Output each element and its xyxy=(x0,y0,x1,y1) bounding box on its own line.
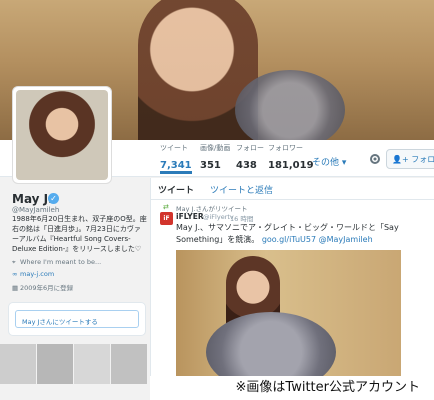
profile-website[interactable]: ∞ may-j.com xyxy=(12,270,54,278)
profile-location: ⌖ Where I'm meant to be... xyxy=(12,258,101,267)
stat-following[interactable]: フォロー 438 xyxy=(236,144,264,173)
stat-tweets-label: ツイート xyxy=(160,144,188,152)
follow-button[interactable]: 👤+ フォロー xyxy=(386,149,434,169)
stat-following-value: 438 xyxy=(236,160,257,171)
verified-badge-icon: ✓ xyxy=(48,193,59,204)
stat-following-label: フォロー xyxy=(236,144,264,152)
location-text: Where I'm meant to be... xyxy=(20,258,102,266)
tweet-to-box: May Jさんにツイートする xyxy=(8,302,146,336)
joined-text: 2009年6月に登録 xyxy=(20,284,74,292)
tabs-divider xyxy=(150,199,434,200)
follow-user-icon: 👤+ xyxy=(392,155,409,164)
gear-icon[interactable] xyxy=(368,152,382,166)
stat-media[interactable]: 画像/動画 351 xyxy=(200,144,230,173)
profile-name: May J. xyxy=(12,192,53,206)
stat-followers-label: フォロワー xyxy=(268,144,303,152)
photo-strip xyxy=(0,344,150,384)
location-pin-icon: ⌖ xyxy=(12,258,16,266)
calendar-icon: ▦ xyxy=(12,284,19,292)
photo-thumb[interactable] xyxy=(0,344,36,384)
more-menu[interactable]: その他 ▾ xyxy=(312,155,346,168)
tweet-mention[interactable]: @MayJamileh xyxy=(319,235,373,244)
stat-tweets[interactable]: ツイート 7,341 xyxy=(160,144,192,174)
tweet-photo[interactable] xyxy=(176,250,401,378)
profile-joined: ▦ 2009年6月に登録 xyxy=(12,282,73,292)
stat-tweets-value: 7,341 xyxy=(160,160,192,171)
link-icon: ∞ xyxy=(12,270,18,278)
avatar-image xyxy=(16,90,108,180)
stat-media-label: 画像/動画 xyxy=(200,144,231,152)
stat-followers-value: 181,019 xyxy=(268,160,314,171)
tweet-text: May J.、サマソニでア・グレイト・ビッグ・ワールドと「Say Somethi… xyxy=(176,222,401,246)
stat-media-value: 351 xyxy=(200,160,221,171)
tab-tweets[interactable]: ツイート xyxy=(158,183,194,196)
image-credit-caption: ※画像はTwitter公式アカウント xyxy=(150,376,434,400)
tab-tweets-replies[interactable]: ツイートと返信 xyxy=(210,183,273,196)
tweet-author-name[interactable]: iFLYER xyxy=(176,212,204,221)
profile-bio: 1988年6月20日生まれ、双子座のO型。座右の銘は「日進月歩」。7月23日にカ… xyxy=(12,215,147,253)
photo-fur xyxy=(206,312,336,378)
tweet-link[interactable]: goo.gl/iTuU57 xyxy=(262,235,316,244)
profile-handle[interactable]: @MayJamileh xyxy=(12,206,59,214)
tweet-to-input[interactable]: May Jさんにツイートする xyxy=(15,310,139,328)
website-text[interactable]: may-j.com xyxy=(20,270,54,278)
retweet-icon: ⇄ xyxy=(163,203,169,211)
profile-avatar[interactable] xyxy=(12,86,112,184)
follow-label: フォロー xyxy=(411,155,434,164)
tweet-author-avatar[interactable]: iF xyxy=(160,212,173,225)
photo-thumb[interactable] xyxy=(74,344,110,384)
photo-thumb[interactable] xyxy=(37,344,73,384)
stat-followers[interactable]: フォロワー 181,019 xyxy=(268,144,314,173)
photo-thumb[interactable] xyxy=(111,344,147,384)
header-fur xyxy=(235,70,345,140)
